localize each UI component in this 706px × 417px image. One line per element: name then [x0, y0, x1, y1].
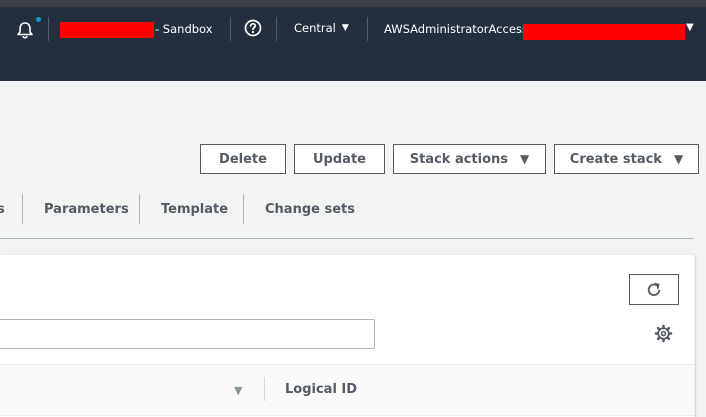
nav-separator — [230, 17, 231, 41]
account-name-suffix[interactable]: - Sandbox — [155, 22, 213, 36]
tab-template[interactable]: Template — [161, 202, 228, 217]
update-button-label: Update — [313, 151, 366, 167]
chevron-down-icon: ▼ — [673, 152, 684, 166]
nav-separator — [276, 17, 277, 41]
region-selector[interactable]: Central ▼ — [294, 21, 349, 35]
browser-top-strip — [0, 0, 706, 7]
nav-separator — [367, 17, 368, 41]
stack-detail-tabs: s Parameters Template Change sets — [0, 190, 694, 239]
role-menu-label[interactable]: AWSAdministratorAccess/ — [384, 22, 532, 36]
refresh-button[interactable] — [629, 274, 679, 305]
resource-search-input[interactable] — [0, 319, 375, 349]
tab-change-sets[interactable]: Change sets — [265, 202, 355, 217]
sort-down-icon[interactable]: ▼ — [234, 384, 242, 397]
nav-separator — [48, 17, 49, 41]
bell-icon[interactable] — [15, 20, 35, 40]
gear-icon[interactable] — [654, 324, 673, 343]
region-label: Central — [294, 21, 336, 35]
column-separator[interactable] — [264, 377, 265, 401]
create-stack-label: Create stack — [569, 151, 662, 167]
tab-separator — [22, 194, 23, 224]
tab-resources[interactable]: s — [0, 202, 5, 217]
resources-table-header: ▼ Logical ID — [0, 364, 694, 416]
refresh-icon — [647, 282, 661, 296]
delete-button-label: Delete — [219, 151, 267, 167]
delete-button[interactable]: Delete — [200, 144, 286, 174]
redacted-account-name — [60, 22, 154, 38]
chevron-down-icon: ▼ — [520, 152, 530, 166]
help-icon[interactable] — [244, 19, 262, 37]
tab-parameters[interactable]: Parameters — [44, 202, 129, 217]
create-stack-button[interactable]: Create stack ▼ — [554, 144, 699, 174]
redacted-user-name — [523, 24, 685, 40]
column-header-logical-id[interactable]: Logical ID — [285, 382, 357, 397]
tab-separator — [243, 194, 244, 224]
stack-actions-button[interactable]: Stack actions ▼ — [393, 144, 546, 174]
update-button[interactable]: Update — [294, 144, 385, 174]
chevron-down-icon: ▼ — [341, 23, 349, 33]
notification-dot — [36, 17, 41, 22]
top-navigation-bar: - Sandbox Central ▼ AWSAdministratorAcce… — [0, 7, 706, 81]
stack-actions-label: Stack actions — [409, 151, 509, 167]
chevron-down-icon[interactable]: ▼ — [686, 22, 694, 33]
tab-separator — [139, 194, 140, 224]
